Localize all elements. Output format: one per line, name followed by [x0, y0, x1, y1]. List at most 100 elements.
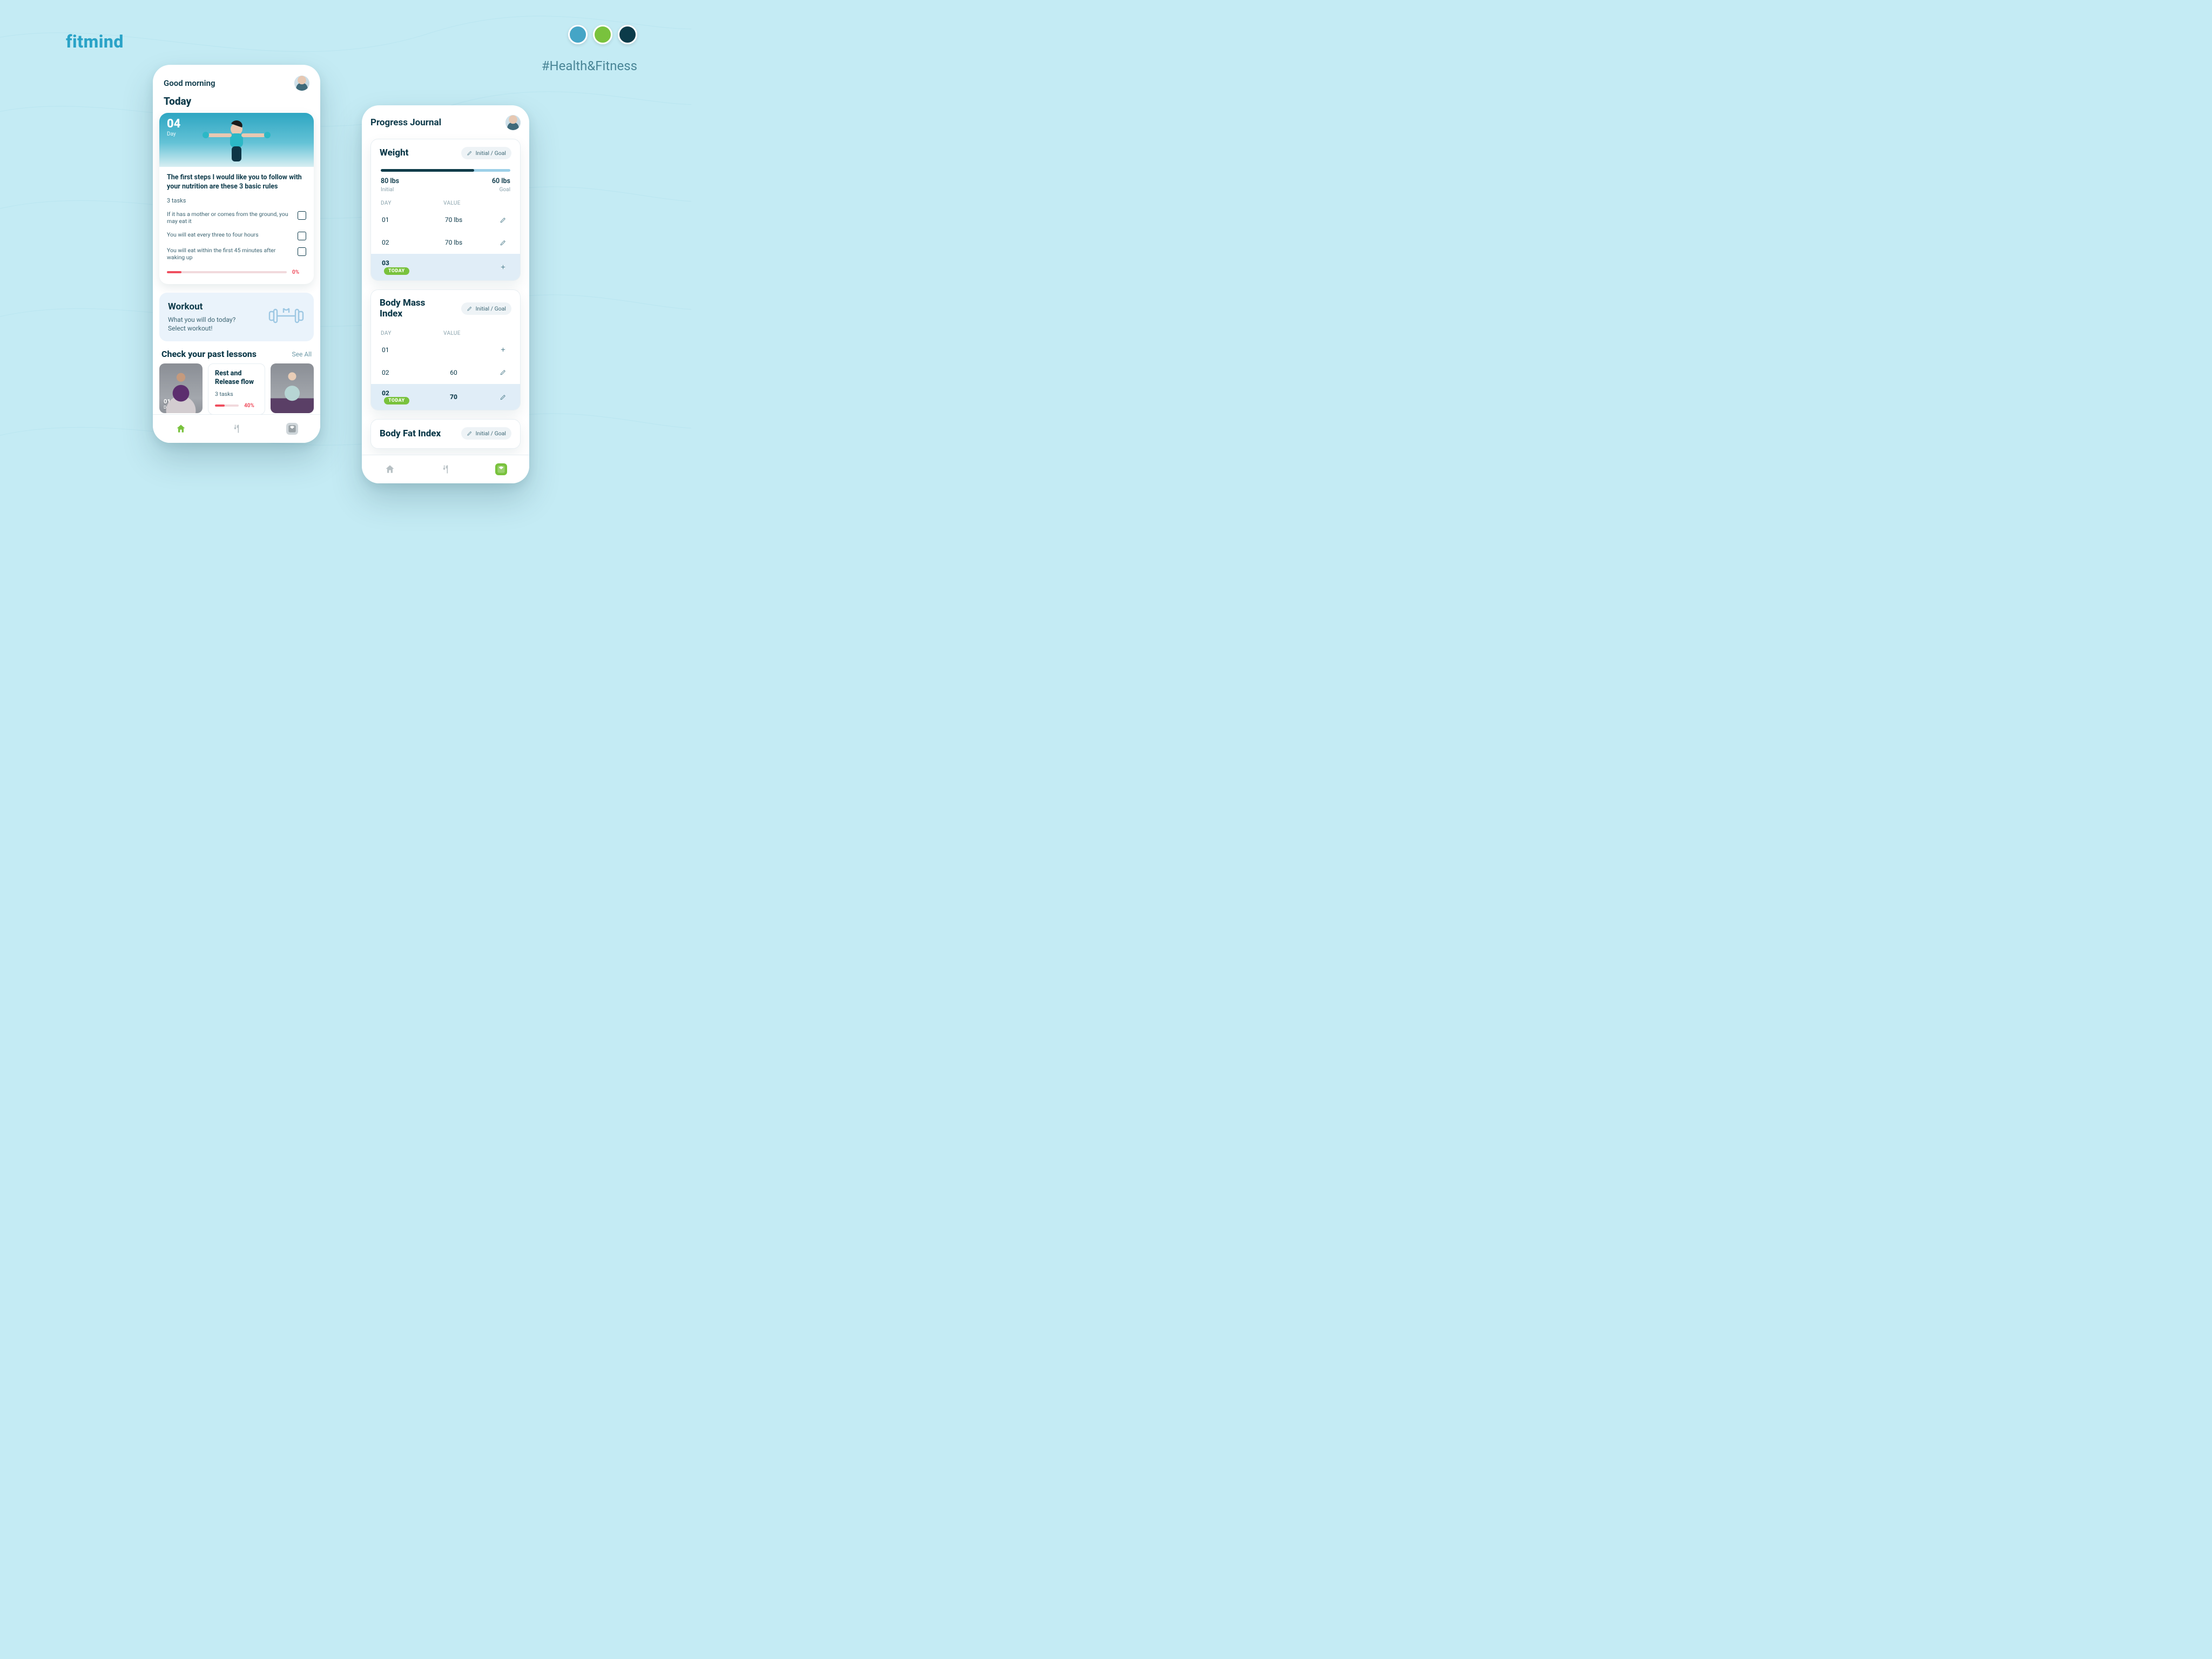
palette-blue — [568, 25, 588, 44]
lesson-thumb[interactable]: 01Day — [159, 363, 203, 413]
weight-title: Weight — [380, 147, 408, 158]
lesson-tasks: 3 tasks — [215, 390, 258, 397]
cell-day: 02 — [379, 239, 414, 246]
hero-title: The first steps I would like you to foll… — [167, 173, 306, 192]
scale-icon — [286, 423, 298, 435]
task-text: You will eat within the first 45 minutes… — [167, 247, 292, 261]
bmi-card: Body Mass Index Initial / Goal DAY VALUE… — [370, 289, 521, 411]
initial-goal-chip[interactable]: Initial / Goal — [461, 147, 511, 159]
phone-progress: Progress Journal Weight Initial / Goal 8… — [362, 105, 529, 483]
see-all-link[interactable]: See All — [292, 350, 312, 358]
table-header: DAY VALUE — [371, 323, 520, 339]
table-row: 02TODAY 70 — [371, 384, 520, 410]
thumb-day-num: 03 — [275, 398, 282, 405]
col-value: VALUE — [413, 331, 491, 336]
edit-button[interactable] — [497, 367, 509, 379]
lesson-thumb[interactable]: 03Day — [271, 363, 314, 413]
cell-day: 02 — [382, 389, 389, 397]
initial-goal-chip[interactable]: Initial / Goal — [461, 302, 511, 315]
weight-progress-fill — [381, 169, 474, 172]
thumb-day-num: 01 — [164, 398, 171, 405]
add-button[interactable] — [497, 261, 509, 273]
table-header: DAY VALUE — [371, 193, 520, 208]
tasks-count: 3 tasks — [167, 197, 306, 204]
weight-card: Weight Initial / Goal 80 lbs Initial 60 … — [370, 139, 521, 281]
chip-label: Initial / Goal — [476, 150, 506, 157]
edit-button[interactable] — [497, 391, 509, 403]
add-button[interactable] — [497, 344, 509, 356]
lesson-progress-pct: 40% — [244, 403, 258, 409]
thumb-day-lbl: Day — [275, 405, 282, 410]
weight-progress-bar — [381, 169, 510, 172]
cell-day: 02 — [379, 369, 414, 376]
tab-bar — [362, 455, 529, 483]
tab-bar — [153, 414, 320, 443]
progress-title: Progress Journal — [370, 117, 441, 128]
bmi-title: Body Mass Index — [380, 298, 444, 320]
color-palette — [568, 25, 637, 44]
today-lesson-card[interactable]: 04 Day The first steps I would like you … — [159, 113, 314, 284]
cell-value: 70 — [414, 393, 493, 401]
table-row: 01 70 lbs — [371, 208, 520, 231]
cell-day: 01 — [379, 216, 414, 224]
table-row: 02 60 — [371, 361, 520, 384]
palette-green — [593, 25, 612, 44]
past-lessons-heading: Check your past lessons — [161, 349, 257, 359]
lesson-title: Rest and Release flow — [215, 369, 258, 387]
lesson-progress-fill — [215, 404, 225, 407]
task-row: If it has a mother or comes from the gro… — [167, 207, 306, 228]
today-pill: TODAY — [384, 397, 409, 404]
task-checkbox[interactable] — [298, 232, 306, 240]
edit-button[interactable] — [497, 214, 509, 226]
hero-banner: 04 Day — [159, 113, 314, 167]
task-row: You will eat every three to four hours — [167, 228, 306, 244]
dumbbell-icon — [267, 304, 305, 330]
weight-initial-value: 80 lbs — [381, 177, 399, 185]
hero-progress-fill — [167, 271, 181, 273]
weight-goal-value: 60 lbs — [492, 177, 510, 185]
task-checkbox[interactable] — [298, 211, 306, 220]
col-day: DAY — [381, 331, 413, 336]
table-row: 02 70 lbs — [371, 231, 520, 254]
cell-value: 70 lbs — [414, 239, 493, 246]
initial-goal-chip[interactable]: Initial / Goal — [461, 427, 511, 440]
hero-day-label: Day — [167, 131, 180, 137]
hero-illustration — [191, 117, 282, 167]
workout-title: Workout — [168, 301, 235, 312]
tab-nutrition[interactable] — [208, 415, 264, 443]
brand-logo: fitmind — [66, 31, 124, 52]
task-text: You will eat every three to four hours — [167, 231, 292, 238]
hashtag-label: #Health&Fitness — [542, 58, 637, 73]
workout-card[interactable]: Workout What you will do today? Select w… — [159, 293, 314, 341]
tab-progress[interactable] — [474, 455, 529, 483]
chip-label: Initial / Goal — [476, 305, 506, 312]
avatar-button[interactable] — [294, 76, 309, 91]
phone-home: Good morning Today 04 Day — [153, 65, 320, 443]
table-row: 01 — [371, 339, 520, 361]
bfi-title: Body Fat Index — [380, 428, 441, 439]
decorative-topo — [0, 0, 691, 518]
task-row: You will eat within the first 45 minutes… — [167, 244, 306, 264]
today-heading: Today — [153, 91, 320, 113]
hero-progress: 0% — [167, 269, 306, 275]
task-checkbox[interactable] — [298, 247, 306, 256]
tab-nutrition[interactable] — [417, 455, 473, 483]
past-lessons-row[interactable]: 01Day Rest and Release flow 3 tasks 40% … — [153, 363, 320, 419]
weight-initial-label: Initial — [381, 187, 399, 193]
col-day: DAY — [381, 200, 413, 206]
avatar-button[interactable] — [505, 115, 521, 130]
tab-home[interactable] — [153, 415, 208, 443]
greeting: Good morning — [164, 78, 215, 88]
chip-label: Initial / Goal — [476, 430, 506, 437]
scale-icon — [495, 463, 507, 475]
tab-home[interactable] — [362, 455, 417, 483]
col-value: VALUE — [413, 200, 491, 206]
tab-progress[interactable] — [265, 415, 320, 443]
lesson-card[interactable]: Rest and Release flow 3 tasks 40% — [208, 363, 265, 415]
workout-line2: Select workout! — [168, 325, 212, 332]
edit-button[interactable] — [497, 237, 509, 248]
bfi-card: Body Fat Index Initial / Goal — [370, 419, 521, 449]
thumb-day-lbl: Day — [164, 405, 171, 410]
palette-navy — [618, 25, 637, 44]
hero-day-number: 04 — [167, 118, 180, 130]
